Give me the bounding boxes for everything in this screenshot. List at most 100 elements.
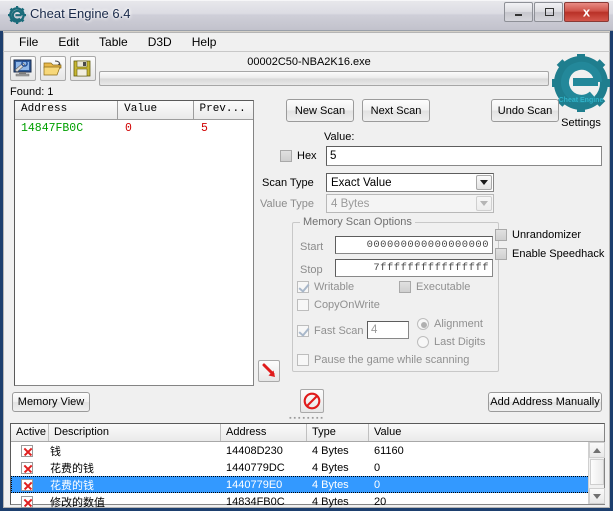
result-previous: 5 — [195, 122, 253, 135]
minimize-button[interactable] — [504, 2, 533, 22]
process-progress-bar — [99, 71, 549, 86]
window-controls: x — [504, 2, 609, 22]
close-icon: x — [565, 5, 608, 20]
ct-address-1: 1440779DC — [221, 462, 307, 474]
menu-item-edit[interactable]: Edit — [49, 33, 88, 51]
scan-type-select[interactable]: Exact Value — [326, 173, 494, 192]
stop-label: Stop — [300, 264, 323, 276]
hex-checkbox-label: Hex — [297, 150, 317, 162]
scan-results-list[interactable]: Address Value Prev... 14847FB0C 0 5 — [14, 100, 254, 386]
copyonwrite-checkbox-box — [297, 299, 309, 311]
pause-game-checkbox-label: Pause the game while scanning — [314, 354, 469, 366]
chevron-down-icon[interactable] — [476, 175, 492, 190]
hex-checkbox[interactable]: Hex — [280, 150, 317, 162]
cheat-table-header: Active Description Address Type Value — [11, 424, 604, 442]
ct-active-checkbox-0[interactable] — [11, 445, 45, 457]
menu-item-table[interactable]: Table — [90, 33, 137, 51]
copyonwrite-checkbox[interactable]: CopyOnWrite — [297, 299, 380, 311]
scroll-up-icon[interactable] — [589, 442, 605, 458]
value-type-value: 4 Bytes — [331, 198, 369, 210]
column-header-previous[interactable]: Prev... — [194, 101, 254, 119]
table-row[interactable]: 花费的钱 1440779DC 4 Bytes 0 — [11, 459, 604, 476]
value-type-label: Value Type — [260, 198, 314, 210]
copyonwrite-checkbox-label: CopyOnWrite — [314, 299, 380, 311]
undo-scan-button[interactable]: Undo Scan — [491, 99, 559, 122]
chevron-down-icon-2[interactable] — [476, 196, 492, 211]
fast-scan-value-input[interactable]: 4 — [367, 321, 409, 339]
start-address-input[interactable]: 000000000000000000 — [335, 236, 493, 254]
add-to-table-button[interactable] — [258, 360, 280, 382]
stop-scan-button[interactable] — [300, 389, 324, 413]
unrandomizer-checkbox[interactable]: Unrandomizer — [495, 229, 581, 241]
cheat-table-scrollbar[interactable] — [588, 442, 604, 504]
scan-value-input[interactable]: 5 — [326, 146, 602, 166]
ct-column-active[interactable]: Active — [11, 424, 49, 441]
new-scan-button[interactable]: New Scan — [286, 99, 354, 122]
ct-address-2: 1440779E0 — [221, 479, 307, 491]
value-type-select[interactable]: 4 Bytes — [326, 194, 494, 213]
cheat-engine-logo-icon — [8, 6, 26, 24]
next-scan-button[interactable]: Next Scan — [362, 99, 430, 122]
ct-address-0: 14408D230 — [221, 445, 307, 457]
scrollbar-thumb[interactable] — [590, 459, 604, 485]
scan-result-row[interactable]: 14847FB0C 0 5 — [15, 120, 253, 137]
fast-scan-checkbox[interactable]: Fast Scan — [297, 325, 364, 337]
save-file-button[interactable] — [70, 56, 96, 81]
table-row-selected[interactable]: 花费的钱 1440779E0 4 Bytes 0 — [11, 476, 604, 493]
scan-type-label: Scan Type — [262, 177, 314, 189]
alignment-radio[interactable]: Alignment — [417, 318, 483, 330]
close-button[interactable]: x — [564, 2, 609, 22]
svg-text:Cheat Engine: Cheat Engine — [559, 97, 604, 104]
menu-bar: File Edit Table D3D Help — [3, 32, 610, 52]
menu-item-d3d[interactable]: D3D — [139, 33, 181, 51]
open-file-button[interactable] — [40, 56, 66, 81]
value-label: Value: — [324, 131, 354, 143]
pause-game-checkbox[interactable]: Pause the game while scanning — [297, 354, 469, 366]
stop-address-input[interactable]: 7ffffffffffffffff — [335, 259, 493, 277]
maximize-button[interactable] — [534, 2, 563, 22]
table-row[interactable]: 钱 14408D230 4 Bytes 61160 — [11, 442, 604, 459]
column-header-value[interactable]: Value — [118, 101, 193, 119]
prohibited-icon — [303, 392, 321, 410]
splitter-grip: ▪▪▪▪▪▪▪▪ — [289, 416, 325, 422]
scroll-down-icon[interactable] — [589, 488, 605, 504]
executable-checkbox-label: Executable — [416, 281, 470, 293]
ct-column-description[interactable]: Description — [49, 424, 221, 441]
ct-active-checkbox-1[interactable] — [11, 462, 45, 474]
cheat-table[interactable]: Active Description Address Type Value 钱 … — [10, 423, 605, 505]
executable-checkbox[interactable]: Executable — [399, 281, 470, 293]
ct-column-value[interactable]: Value — [369, 424, 589, 441]
menu-item-file[interactable]: File — [10, 33, 47, 51]
ct-value-3: 20 — [369, 496, 569, 508]
speedhack-checkbox-box — [495, 248, 507, 260]
ct-type-0: 4 Bytes — [307, 445, 369, 457]
ct-description-1: 花费的钱 — [45, 460, 221, 476]
alignment-radio-label: Alignment — [434, 318, 483, 330]
ct-value-2: 0 — [369, 479, 569, 491]
menu-item-help[interactable]: Help — [183, 33, 226, 51]
ct-active-checkbox-3[interactable] — [11, 496, 45, 508]
memory-view-button[interactable]: Memory View — [12, 392, 90, 412]
speedhack-checkbox[interactable]: Enable Speedhack — [495, 248, 604, 260]
last-digits-radio[interactable]: Last Digits — [417, 336, 485, 348]
pause-game-checkbox-box — [297, 354, 309, 366]
settings-logo-icon[interactable]: Cheat Engine — [552, 54, 610, 119]
ct-type-3: 4 Bytes — [307, 496, 369, 508]
ct-column-type[interactable]: Type — [307, 424, 369, 441]
speedhack-checkbox-label: Enable Speedhack — [512, 248, 604, 260]
ct-column-address[interactable]: Address — [221, 424, 307, 441]
ct-active-checkbox-2[interactable] — [11, 479, 45, 491]
column-header-address[interactable]: Address — [15, 101, 118, 119]
pane-splitter[interactable]: ▪▪▪▪▪▪▪▪ — [10, 415, 604, 423]
scan-results-header: Address Value Prev... — [15, 101, 253, 120]
open-process-button[interactable] — [10, 56, 36, 81]
ct-type-2: 4 Bytes — [307, 479, 369, 491]
settings-label: Settings — [551, 117, 611, 129]
start-label: Start — [300, 241, 323, 253]
writable-checkbox[interactable]: Writable — [297, 281, 354, 293]
result-value: 0 — [119, 122, 195, 135]
writable-checkbox-box — [297, 281, 309, 293]
add-address-manually-button[interactable]: Add Address Manually — [488, 392, 602, 412]
cheat-engine-window: Cheat Engine 6.4 x File Edit Table D3D H… — [0, 0, 613, 511]
fast-scan-checkbox-box — [297, 325, 309, 337]
